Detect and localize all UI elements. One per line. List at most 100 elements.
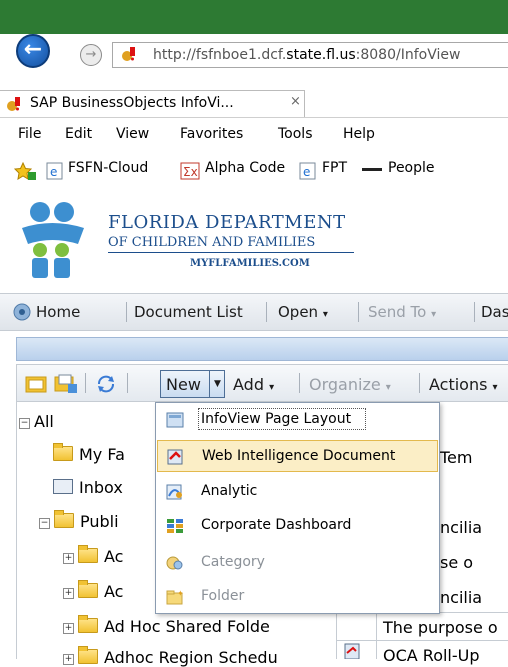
menu-item-infoview-page-layout[interactable]: InfoView Page Layout [157, 404, 438, 436]
toolbar-separator [127, 373, 128, 393]
tab-favicon-icon [7, 97, 20, 111]
menu-item-label: Web Intelligence Document [202, 448, 396, 464]
document-description: ncilia [440, 518, 483, 537]
svg-text:Σx: Σx [183, 165, 198, 179]
open-label: Open [278, 303, 319, 321]
document-title: Tem [440, 448, 473, 467]
refresh-icon[interactable] [95, 374, 117, 394]
actions-label: Actions [429, 375, 488, 394]
tree-node-all[interactable]: − All [19, 412, 54, 431]
tree-node-public-folders[interactable]: − Publi [39, 510, 119, 531]
open-button[interactable]: Open ▾ [278, 303, 328, 321]
folder-icon [78, 615, 98, 633]
home-button[interactable]: Home [36, 303, 80, 321]
document-list-button[interactable]: Document List [134, 303, 243, 321]
back-button[interactable]: ← [16, 34, 50, 68]
logo-line-3: MYFLFAMILIES.COM [190, 258, 310, 269]
menu-item-corporate-dashboard[interactable]: Corporate Dashboard [157, 510, 438, 542]
address-host: state.fl.us [286, 47, 356, 63]
forward-button[interactable]: → [80, 44, 102, 66]
document-description: se o [440, 553, 474, 572]
analytic-icon [166, 484, 182, 500]
actions-button[interactable]: Actions ▾ [429, 375, 498, 394]
tree-node-my-favorites[interactable]: My Fa [53, 443, 125, 464]
add-label: Add [233, 375, 264, 394]
expand-icon[interactable]: + [63, 654, 74, 665]
favorite-people[interactable]: People [388, 160, 435, 176]
page-layout-icon [166, 412, 184, 428]
favorite-fsfn-cloud[interactable]: FSFN-Cloud [68, 160, 148, 176]
new-menu-dropdown: InfoView Page Layout Web Intelligence Do… [155, 402, 440, 614]
folder-icon [78, 646, 98, 664]
chrome-divider [0, 117, 508, 118]
send-to-button[interactable]: Send To ▾ [368, 303, 436, 321]
favorite-fpt[interactable]: FPT [322, 160, 347, 176]
menu-help[interactable]: Help [343, 126, 375, 142]
tree-node-ad-hoc-shared[interactable]: + Ad Hoc Shared Folde [63, 615, 270, 636]
chevron-down-icon: ▾ [492, 382, 498, 393]
favorites-folder-icon [53, 443, 73, 461]
menu-item-label: Category [201, 554, 265, 570]
category-icon [166, 556, 183, 570]
organize-button[interactable]: Organize ▾ [309, 375, 391, 394]
tree-label: Inbox [79, 478, 123, 497]
organize-label: Organize [309, 375, 381, 394]
expand-icon[interactable]: + [63, 588, 74, 599]
inbox-icon [53, 479, 73, 494]
tab-close-icon[interactable]: × [290, 94, 301, 109]
add-favorite-icon[interactable] [14, 162, 36, 180]
tree-node-subfolder[interactable]: + Ac [63, 580, 124, 601]
chevron-down-icon: ▾ [269, 382, 275, 393]
tree-label: Ac [104, 547, 124, 566]
logo-line-2: OF CHILDREN AND FAMILIES [108, 235, 316, 250]
new-button[interactable]: New ▼ [160, 370, 225, 398]
tree-label: Ad Hoc Shared Folde [104, 617, 270, 636]
expand-icon[interactable]: + [63, 623, 74, 634]
collapse-icon[interactable]: − [19, 418, 30, 429]
browser-titlebar [0, 0, 508, 34]
menu-favorites[interactable]: Favorites [180, 126, 243, 142]
toolbar-separator [266, 302, 267, 322]
tree-label: Ac [104, 582, 124, 601]
favorite-alpha-code[interactable]: Alpha Code [205, 160, 285, 176]
favorites-bar: e FSFN-Cloud Σx Alpha Code e FPT People [0, 160, 508, 184]
menu-item-analytic[interactable]: Analytic [157, 476, 438, 508]
tree-node-inbox[interactable]: Inbox [53, 478, 123, 497]
folder-icon: ✦ [166, 589, 184, 605]
document-title[interactable]: OCA Roll-Up [383, 646, 480, 665]
alpha-code-icon: Σx [180, 162, 200, 180]
toolbar-separator [358, 302, 359, 322]
folder-icon [78, 580, 98, 598]
separator-dash-icon [362, 168, 382, 171]
menu-item-folder[interactable]: ✦ Folder [157, 581, 438, 613]
forward-arrow-icon: → [85, 47, 97, 62]
chevron-down-icon[interactable]: ▼ [209, 371, 225, 397]
expand-icon[interactable]: + [63, 553, 74, 564]
folder-view-icon[interactable] [25, 375, 47, 393]
browser-tab[interactable]: SAP BusinessObjects InfoVi... [0, 90, 305, 117]
menu-tools[interactable]: Tools [278, 126, 313, 142]
toolbar-separator [299, 373, 300, 393]
address-bar[interactable]: http://fsfnboe1.dcf.state.fl.us:8080/Inf… [112, 42, 508, 68]
menu-item-category[interactable]: Category [157, 547, 438, 579]
chevron-down-icon: ▾ [385, 382, 391, 393]
menu-view[interactable]: View [116, 126, 149, 142]
tree-label: Publi [80, 512, 119, 531]
folder-icon [54, 510, 74, 528]
toolbar-separator [85, 373, 86, 393]
collapse-icon[interactable]: − [39, 518, 50, 529]
home-icon [13, 303, 31, 321]
menu-edit[interactable]: Edit [65, 126, 92, 142]
dashboards-button[interactable]: Das [481, 303, 508, 321]
tree-node-adhoc-region[interactable]: + Adhoc Region Schedu [63, 646, 278, 667]
add-button[interactable]: Add ▾ [233, 375, 274, 394]
address-prefix: http://fsfnboe1.dcf. [153, 47, 287, 63]
tree-node-subfolder[interactable]: + Ac [63, 545, 124, 566]
open-folder-icon[interactable] [54, 374, 78, 394]
menu-file[interactable]: File [18, 126, 41, 142]
logo-line-1: FLORIDA DEPARTMENT [108, 212, 346, 233]
menu-item-web-intelligence-document[interactable]: Web Intelligence Document [157, 440, 438, 472]
infoview-toolbar: Home Document List Open ▾ Send To ▾ Das [0, 293, 508, 331]
tree-label: Adhoc Region Schedu [104, 648, 278, 667]
chevron-down-icon: ▾ [322, 309, 328, 320]
